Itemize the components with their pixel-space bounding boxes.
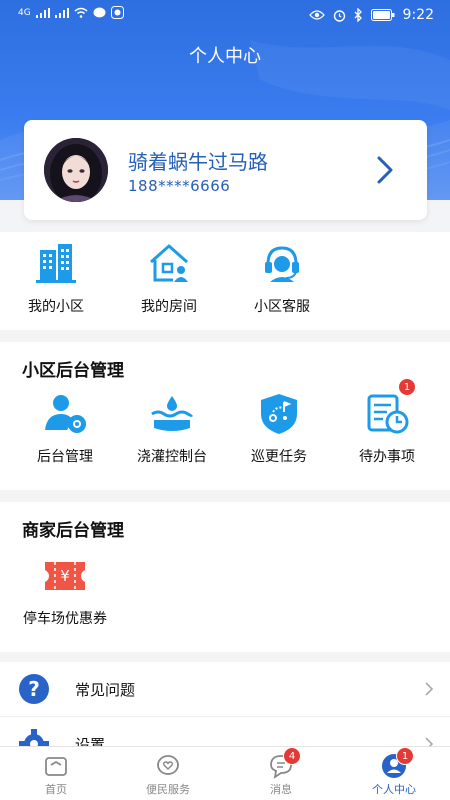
- message-icon: 4: [268, 747, 301, 779]
- quick-link-customer-service[interactable]: 小区客服: [232, 240, 332, 316]
- wifi-icon: [74, 7, 88, 18]
- community-admin-section: 小区后台管理 后台管理 浇灌控制台 巡更任务 1 待办事项: [0, 342, 450, 490]
- quick-link-label: 我的小区: [28, 299, 84, 315]
- battery-icon: [370, 9, 395, 21]
- house-person-icon: [145, 240, 193, 288]
- status-bar: 4G 9:22: [0, 0, 450, 30]
- tab-services[interactable]: 便民服务: [112, 747, 224, 800]
- alarm-icon: [333, 9, 345, 22]
- quick-link-my-community[interactable]: 我的小区: [6, 240, 106, 316]
- clock: 9:22: [402, 7, 434, 23]
- avatar: [44, 138, 108, 202]
- quick-links-section: 我的小区 我的房间 小区客服: [0, 232, 450, 330]
- profile-name: 骑着蜗牛过马路: [128, 150, 268, 174]
- tab-label: 便民服务: [146, 783, 190, 796]
- app-notification-icon: [110, 6, 124, 19]
- todo-clock-icon: 1: [363, 378, 416, 438]
- heart-chat-icon: [155, 753, 181, 779]
- status-right: 9:22: [308, 7, 434, 23]
- quick-link-label: 我的房间: [141, 299, 197, 315]
- admin-item-label: 巡更任务: [251, 449, 307, 465]
- signal-icon: [35, 7, 50, 18]
- svg-text:?: ?: [28, 677, 40, 701]
- admin-item-patrol[interactable]: 巡更任务: [229, 390, 329, 466]
- person-icon: 1: [381, 747, 414, 779]
- user-gear-icon: [41, 390, 89, 438]
- bottom-tab-bar: 首页 便民服务 4 消息 1 个人中心: [0, 746, 450, 800]
- network-label: 4G: [18, 7, 31, 18]
- quick-link-my-room[interactable]: 我的房间: [119, 240, 219, 316]
- profile-badge: 1: [396, 747, 414, 765]
- signal-icon: [54, 7, 69, 18]
- merchant-admin-section: 商家后台管理 ¥ 停车场优惠券: [0, 502, 450, 652]
- profile-phone: 188****6666: [128, 177, 231, 195]
- section-title: 小区后台管理: [22, 361, 124, 381]
- water-drop-icon: [148, 390, 196, 438]
- bluetooth-icon: [354, 8, 362, 22]
- messages-badge: 4: [283, 747, 301, 765]
- home-icon: [43, 753, 69, 779]
- chevron-right-icon[interactable]: [371, 154, 399, 186]
- profile-card[interactable]: 骑着蜗牛过马路 188****6666: [24, 120, 427, 220]
- admin-item-label: 待办事项: [359, 449, 415, 465]
- status-left: 4G: [18, 6, 124, 19]
- tab-label: 首页: [45, 783, 67, 796]
- coupon-icon: ¥: [41, 552, 89, 600]
- todo-badge: 1: [398, 378, 416, 396]
- page-title: 个人中心: [189, 46, 261, 67]
- admin-item-irrigation[interactable]: 浇灌控制台: [122, 390, 222, 466]
- chat-notification-icon: [93, 7, 106, 17]
- section-title: 商家后台管理: [22, 521, 124, 541]
- tab-messages[interactable]: 4 消息: [225, 747, 337, 800]
- tab-profile[interactable]: 1 个人中心: [338, 747, 450, 800]
- shield-patrol-icon: [255, 390, 303, 438]
- admin-item-backend[interactable]: 后台管理: [15, 390, 115, 466]
- chevron-right-icon: [425, 682, 434, 696]
- tab-label: 消息: [270, 783, 292, 796]
- merchant-item-parking-coupon[interactable]: ¥ 停车场优惠券: [15, 552, 115, 628]
- quick-link-label: 小区客服: [254, 299, 310, 315]
- building-icon: [32, 240, 80, 288]
- admin-item-label: 浇灌控制台: [137, 449, 207, 465]
- svg-text:¥: ¥: [60, 567, 70, 585]
- admin-item-todo[interactable]: 1 待办事项: [337, 378, 437, 466]
- question-icon: ?: [19, 674, 49, 704]
- merchant-item-label: 停车场优惠券: [23, 611, 107, 627]
- tab-home[interactable]: 首页: [0, 747, 112, 800]
- menu-item-faq[interactable]: ? 常见问题: [0, 662, 450, 716]
- eye-icon: [308, 10, 325, 20]
- headset-icon: [258, 240, 306, 288]
- admin-item-label: 后台管理: [37, 449, 93, 465]
- menu-item-label: 常见问题: [75, 681, 136, 699]
- tab-label: 个人中心: [372, 783, 416, 796]
